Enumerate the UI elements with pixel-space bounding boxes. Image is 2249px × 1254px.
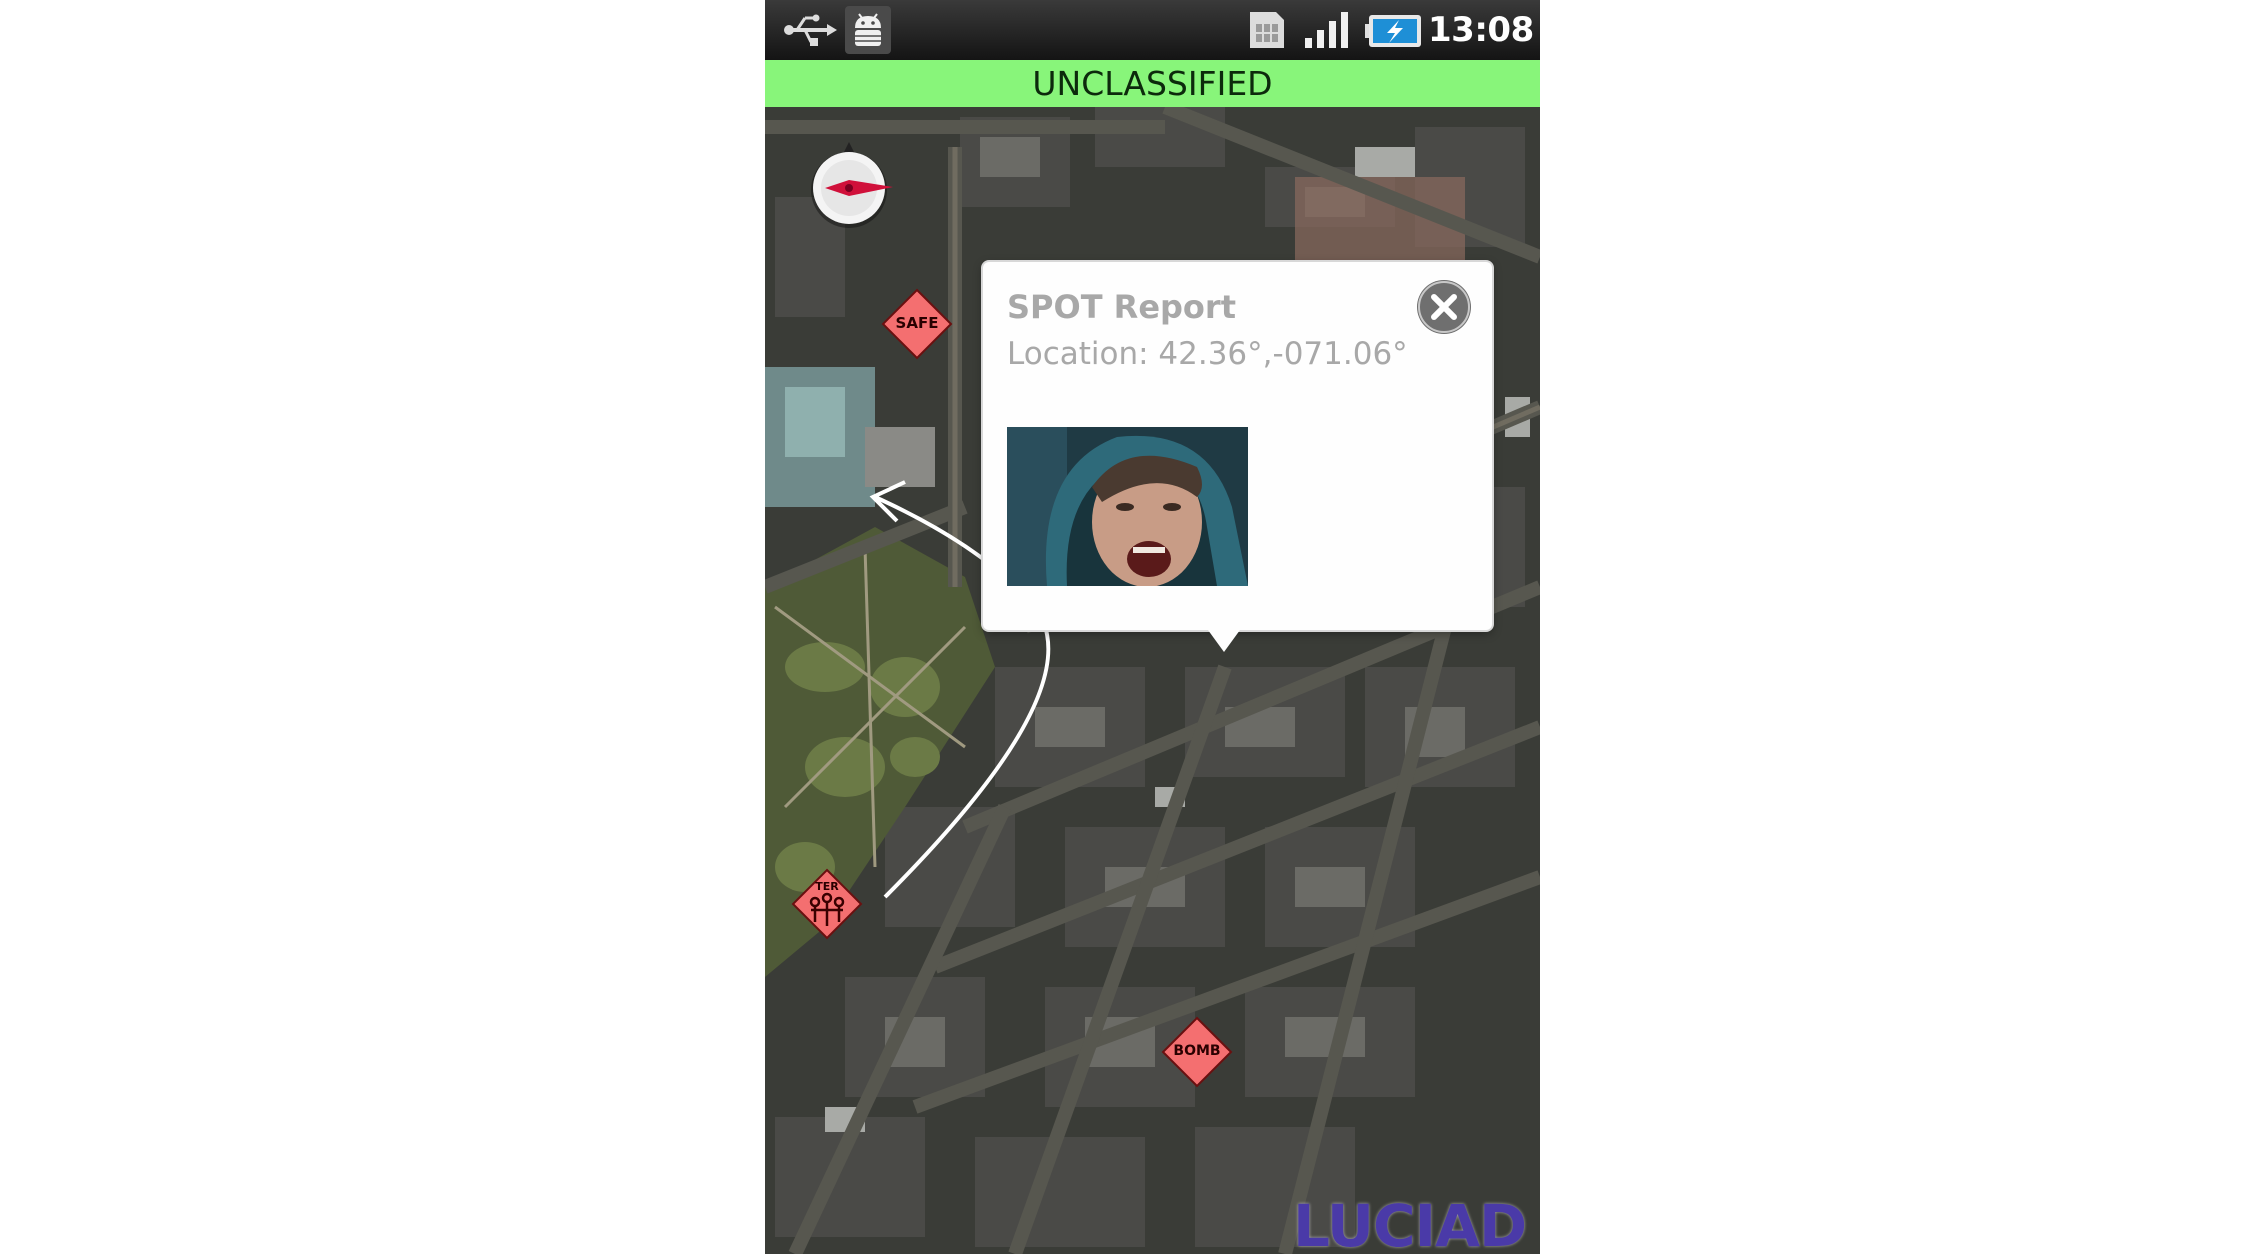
person-photo xyxy=(1007,427,1248,586)
bomb-marker[interactable]: BOMB xyxy=(1161,1016,1233,1088)
phone-screen: 13:08 UNCLASSIFIED SAFE TER BOMB SPOT Re… xyxy=(765,0,1540,1254)
clock: 13:08 xyxy=(1428,10,1534,50)
safe-marker-label: SAFE xyxy=(895,314,939,332)
spot-report-popup: SPOT Report Location: 42.36°,-071.06° xyxy=(983,262,1492,652)
safe-marker[interactable]: SAFE xyxy=(881,288,953,360)
report-photo[interactable] xyxy=(1007,427,1248,586)
battery-charging-icon xyxy=(1365,14,1423,52)
compass-icon[interactable] xyxy=(805,142,893,230)
popup-pointer xyxy=(1208,630,1240,652)
signal-bars-icon xyxy=(1303,10,1357,54)
ter-marker[interactable]: TER xyxy=(791,868,863,940)
logo-text: LUCIAD xyxy=(1293,1192,1527,1254)
status-bar: 13:08 xyxy=(765,0,1540,60)
luciad-logo: LUCIAD xyxy=(1293,1192,1538,1254)
close-icon[interactable] xyxy=(1417,280,1471,334)
satellite-map[interactable]: SAFE TER BOMB SPOT Report Location: 42.3… xyxy=(765,107,1540,1254)
ter-marker-label: TER xyxy=(815,880,839,893)
popup-location: Location: 42.36°,-071.06° xyxy=(1007,336,1408,372)
antenna-group-icon xyxy=(791,868,863,940)
usb-icon xyxy=(783,12,837,52)
bomb-marker-label: BOMB xyxy=(1173,1043,1221,1059)
android-debug-icon xyxy=(845,6,891,54)
sim-card-icon xyxy=(1248,10,1286,54)
classification-banner: UNCLASSIFIED xyxy=(765,60,1540,107)
popup-title: SPOT Report xyxy=(1007,288,1236,326)
